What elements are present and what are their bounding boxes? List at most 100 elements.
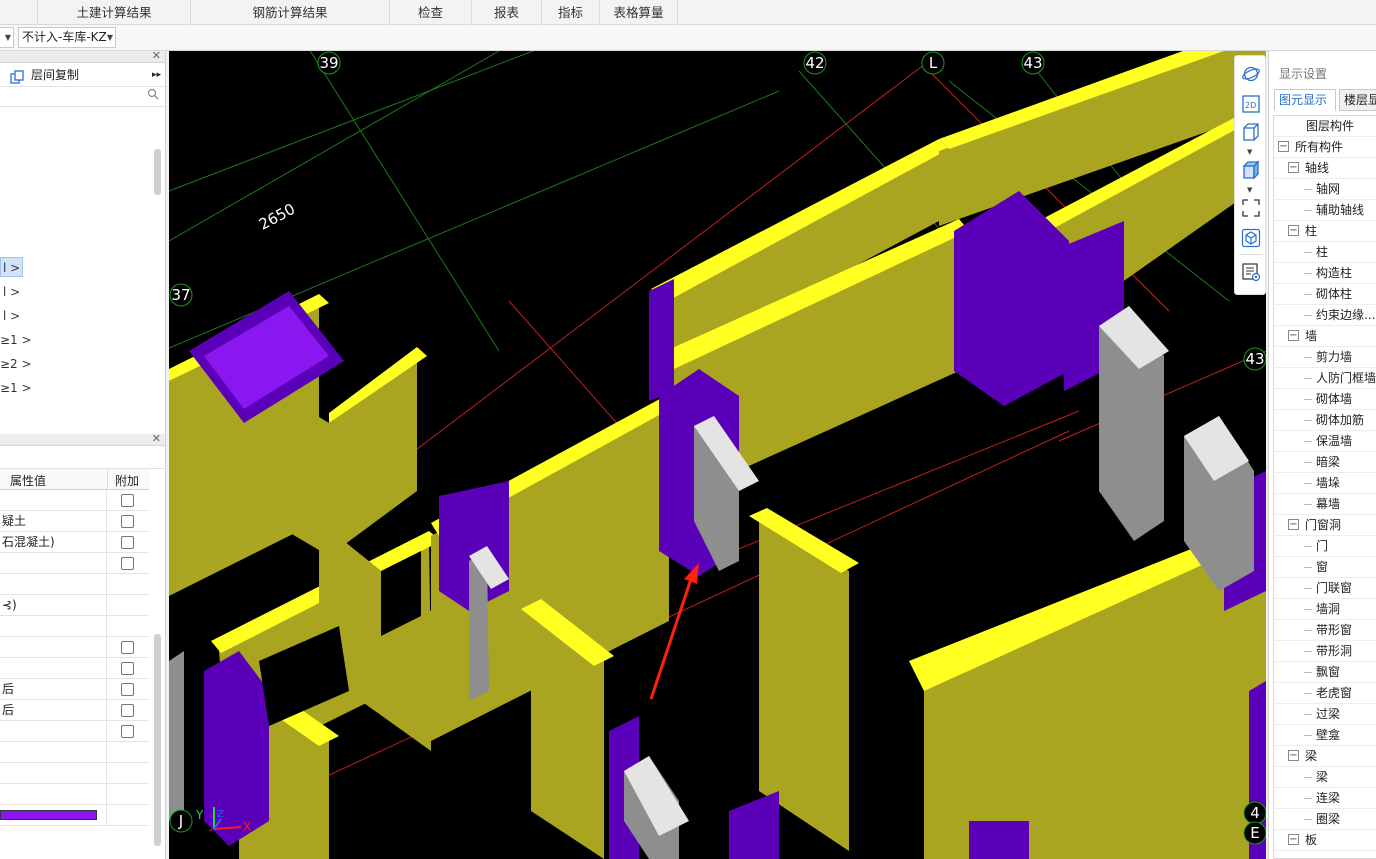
tree-item[interactable]: ≥2 > [0, 354, 32, 374]
component-combo[interactable]: 不计入-车库-KZ ▼ [18, 27, 116, 48]
column-face[interactable] [729, 791, 779, 859]
property-value[interactable]: 疑土 [0, 511, 107, 532]
layer-combo[interactable]: ▼ [0, 27, 14, 48]
extra-checkbox[interactable] [121, 662, 134, 675]
layer-row[interactable]: 圈梁 [1274, 809, 1376, 830]
tab-indicator[interactable]: 指标 [542, 0, 600, 25]
layer-row[interactable]: 过梁 [1274, 704, 1376, 725]
extra-checkbox[interactable] [121, 494, 134, 507]
layer-row[interactable]: − 墙 [1274, 326, 1376, 347]
layer-row[interactable]: 窗 [1274, 557, 1376, 578]
layer-row[interactable]: 梁 [1274, 767, 1376, 788]
extra-checkbox[interactable] [121, 725, 134, 738]
collapse-toggle-icon[interactable]: − [1288, 519, 1299, 530]
layer-row[interactable]: 老虎窗 [1274, 683, 1376, 704]
layer-row[interactable]: 壁龛 [1274, 725, 1376, 746]
layer-row[interactable]: 门联窗 [1274, 578, 1376, 599]
column-face[interactable] [969, 821, 1029, 859]
property-value[interactable] [0, 637, 107, 658]
collapse-toggle-icon[interactable]: − [1288, 330, 1299, 341]
extra-checkbox[interactable] [121, 557, 134, 570]
tab-floor-display[interactable]: 楼层显 [1339, 89, 1376, 111]
property-row[interactable]: ⊰) [0, 595, 149, 616]
property-value[interactable] [0, 742, 107, 763]
layer-row[interactable]: − 轴线 [1274, 158, 1376, 179]
chevron-down-icon[interactable]: ▼ [1247, 186, 1252, 194]
layer-row[interactable]: 保温墙 [1274, 431, 1376, 452]
property-value[interactable]: 石混凝土) [0, 532, 107, 553]
property-value[interactable] [0, 553, 107, 574]
tab-civil-results[interactable]: 土建计算结果 [38, 0, 191, 25]
collapse-toggle-icon[interactable]: − [1288, 162, 1299, 173]
layer-row[interactable]: − 柱 [1274, 221, 1376, 242]
property-row[interactable] [0, 574, 149, 595]
layer-row[interactable]: 剪力墙 [1274, 347, 1376, 368]
property-row[interactable]: 石混凝土) [0, 532, 149, 553]
property-value[interactable] [0, 763, 107, 784]
property-row[interactable] [0, 721, 149, 742]
layer-row[interactable]: 墙垛 [1274, 473, 1376, 494]
tree-item[interactable]: ≥1 > [0, 378, 32, 398]
door-face[interactable] [169, 651, 184, 821]
tab-check[interactable]: 检查 [390, 0, 472, 25]
color-swatch[interactable] [0, 810, 97, 820]
collapse-toggle-icon[interactable]: − [1288, 834, 1299, 845]
layer-row[interactable]: 构造柱 [1274, 263, 1376, 284]
tree-item[interactable]: l > [0, 306, 20, 326]
collapse-toggle-icon[interactable]: − [1288, 225, 1299, 236]
layer-row[interactable]: 人防门框墙 [1274, 368, 1376, 389]
extra-checkbox[interactable] [121, 683, 134, 696]
layer-row[interactable]: 带形窗 [1274, 620, 1376, 641]
property-value[interactable]: 后 [0, 700, 107, 721]
property-value[interactable] [0, 658, 107, 679]
property-value[interactable] [0, 784, 107, 805]
3d-viewport[interactable]: 39 42 L 43 37 43 J 4 E 2650 Y Z X [169, 51, 1266, 859]
chevron-down-icon[interactable]: ▼ [1247, 148, 1252, 156]
layer-row[interactable]: − 所有构件 [1274, 137, 1376, 158]
property-row[interactable] [0, 637, 149, 658]
collapse-toggle-icon[interactable]: − [1278, 141, 1289, 152]
properties-scrollbar[interactable] [154, 634, 161, 846]
window-opening[interactable] [849, 679, 874, 841]
property-row[interactable] [0, 658, 149, 679]
tab-element-display[interactable]: 图元显示 [1274, 89, 1336, 111]
layer-row[interactable]: − 板 [1274, 830, 1376, 851]
cube-view-icon[interactable] [1240, 228, 1262, 250]
tree-item[interactable]: l > [0, 282, 20, 302]
tab-rebar-results[interactable]: 钢筋计算结果 [191, 0, 390, 25]
property-row[interactable] [0, 742, 149, 763]
extra-checkbox[interactable] [121, 515, 134, 528]
column-face[interactable] [649, 279, 674, 401]
close-icon[interactable]: ✕ [152, 432, 161, 445]
property-value[interactable] [0, 616, 107, 637]
property-row[interactable] [0, 784, 149, 805]
property-value[interactable] [0, 574, 107, 595]
property-row[interactable] [0, 616, 149, 637]
fullscreen-frame-icon[interactable] [1240, 198, 1262, 220]
collapse-toggle-icon[interactable]: − [1288, 750, 1299, 761]
property-row[interactable] [0, 553, 149, 574]
layer-row[interactable]: 飘窗 [1274, 662, 1376, 683]
layer-row[interactable]: 门 [1274, 536, 1376, 557]
property-row[interactable]: 后 [0, 700, 149, 721]
property-value[interactable] [0, 490, 107, 511]
layer-row[interactable]: 砌体墙 [1274, 389, 1376, 410]
property-value[interactable]: 后 [0, 679, 107, 700]
layer-row[interactable]: 辅助轴线 [1274, 200, 1376, 221]
layer-row[interactable]: 暗梁 [1274, 452, 1376, 473]
extra-checkbox[interactable] [121, 704, 134, 717]
layer-row[interactable]: 连梁 [1274, 788, 1376, 809]
tab-table-quantity[interactable]: 表格算量 [600, 0, 678, 25]
layer-row[interactable]: 约束边缘... [1274, 305, 1376, 326]
layer-row[interactable]: 轴网 [1274, 179, 1376, 200]
property-value[interactable] [0, 721, 107, 742]
property-row[interactable] [0, 763, 149, 784]
3d-model-drawing[interactable]: 39 42 L 43 37 43 J 4 E 2650 Y Z X [169, 51, 1266, 859]
orbit-icon[interactable] [1240, 64, 1262, 86]
layer-row[interactable]: − 门窗洞 [1274, 515, 1376, 536]
layer-row[interactable]: 柱 [1274, 242, 1376, 263]
layer-row[interactable]: 砌体加筋 [1274, 410, 1376, 431]
display-settings-icon[interactable] [1240, 262, 1262, 284]
2d-view-icon[interactable]: 2D [1240, 94, 1262, 116]
property-row[interactable]: 疑土 [0, 511, 149, 532]
